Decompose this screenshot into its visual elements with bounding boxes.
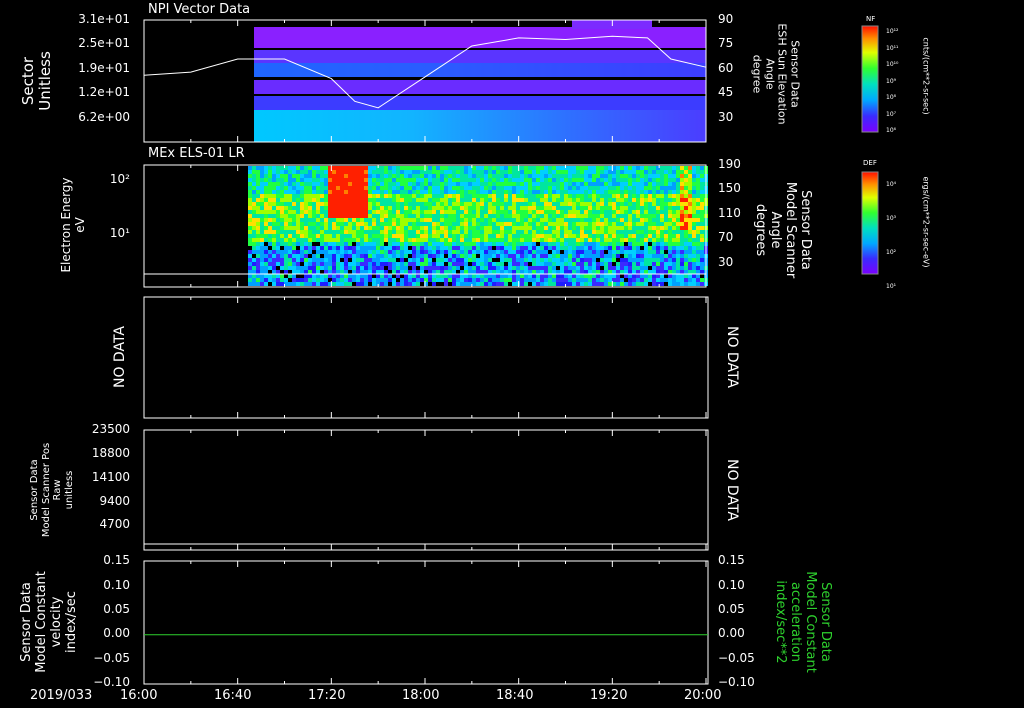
accel-tick: −0.05 xyxy=(718,651,755,665)
x-tick-label: 19:20 xyxy=(590,688,628,703)
acceleration-label: Sensor Data Model Constant acceleration in… xyxy=(773,571,833,673)
velocity-tick: 0.00 xyxy=(103,626,130,640)
nf-colorbar-unit: cnts/(cm**2-sr-sec) xyxy=(921,37,931,115)
els-left-tick: 10² xyxy=(109,172,130,186)
npi-left-tick: 2.5e+01 xyxy=(78,36,130,50)
npi-band-lower xyxy=(254,80,706,94)
velocity-tick: −0.05 xyxy=(93,651,130,665)
panel4-frame xyxy=(143,429,709,551)
npi-band-upper xyxy=(254,50,706,63)
def-colorbar-ticks: 10⁴ 10³ 10² 10¹ xyxy=(886,181,897,290)
panel4-no-data-right: NO DATA xyxy=(724,458,741,522)
def-colorbar xyxy=(862,172,878,274)
scanner-pos-tick: 14100 xyxy=(91,470,130,484)
scanner-pos-tick: 18800 xyxy=(91,446,130,460)
els-right-tick: 190 xyxy=(718,157,741,171)
accel-tick: −0.10 xyxy=(718,675,755,689)
accel-tick: 0.10 xyxy=(718,578,745,592)
els-left-tick: 10¹ xyxy=(109,226,130,240)
els-heatmap xyxy=(248,166,708,286)
nf-colorbar xyxy=(862,26,878,132)
npi-band-bottom xyxy=(254,110,706,142)
panel3-no-data-left: NO DATA xyxy=(111,325,128,389)
npi-left-tick: 1.2e+01 xyxy=(78,85,130,99)
panel5-frame xyxy=(143,560,709,685)
npi-left-tick: 3.1e+01 xyxy=(78,12,130,26)
npi-right-label: Sensor Data ESH Sun Elevation Angle degree xyxy=(750,23,802,125)
panel3-frame xyxy=(143,296,709,419)
els-left-label: Electron Energy eV xyxy=(59,177,87,273)
scanner-pos-tick: 9400 xyxy=(99,494,130,508)
nf-colorbar-label: NF xyxy=(866,15,876,23)
def-colorbar-unit: ergs/(cm**2-sr-sec-eV) xyxy=(921,176,931,268)
velocity-tick: 0.15 xyxy=(103,553,130,567)
scanner-pos-tick: 4700 xyxy=(99,517,130,531)
npi-left-tick: 6.2e+00 xyxy=(78,110,130,124)
npi-heatmap xyxy=(254,20,706,142)
accel-tick: 0.15 xyxy=(718,553,745,567)
x-tick-label: 16:00 xyxy=(120,688,158,703)
accel-tick: 0.05 xyxy=(718,602,745,616)
npi-left-tick: 1.9e+01 xyxy=(78,61,130,75)
panel3-no-data-right: NO DATA xyxy=(724,325,741,389)
els-title: MEx ELS-01 LR xyxy=(148,146,245,161)
npi-title: NPI Vector Data xyxy=(148,2,251,17)
x-tick-label: 20:00 xyxy=(684,688,722,703)
plots-canvas xyxy=(143,19,879,685)
velocity-tick: 0.10 xyxy=(103,578,130,592)
scanner-pos-tick: 23500 xyxy=(91,422,130,436)
velocity-tick: 0.05 xyxy=(103,602,130,616)
x-tick-label: 17:20 xyxy=(308,688,346,703)
npi-band-5 xyxy=(254,96,706,110)
x-tick-label: 18:00 xyxy=(402,688,440,703)
x-tick-label: 16:40 xyxy=(214,688,252,703)
def-colorbar-label: DEF xyxy=(863,159,877,167)
x-tick-label: 18:40 xyxy=(496,688,534,703)
x-axis-date: 2019/033 xyxy=(30,688,93,703)
nf-colorbar-ticks: 10¹² 10¹¹ 10¹⁰ 10⁹ 10⁸ 10⁷ 10⁶ xyxy=(886,28,899,134)
accel-tick: 0.00 xyxy=(718,626,745,640)
els-right-label: Sensor Data Model Scanner Angle degrees xyxy=(753,181,813,279)
velocity-tick: −0.10 xyxy=(93,675,130,689)
